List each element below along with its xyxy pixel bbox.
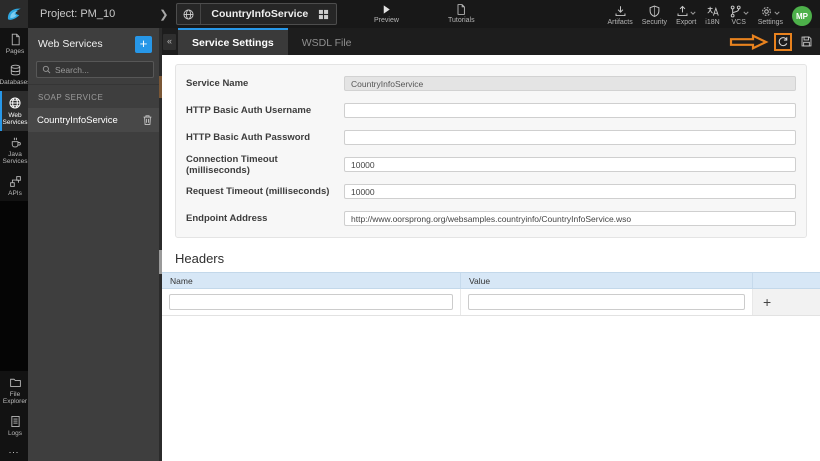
more-options-button[interactable]: ...	[0, 441, 28, 461]
sidebar-item-web-services[interactable]: Web Services	[0, 90, 28, 131]
artifacts-button[interactable]: Artifacts	[607, 2, 633, 26]
table-row: +	[162, 289, 820, 316]
sidebar-item-databases[interactable]: Databases	[0, 59, 31, 90]
chevron-down-icon	[774, 11, 780, 15]
left-icon-rail: Pages Databases Web Services Java Servic…	[0, 28, 31, 461]
preview-button[interactable]: Preview	[374, 3, 399, 24]
shield-icon	[648, 5, 661, 18]
security-button[interactable]: Security	[642, 2, 667, 26]
headers-section-title: Headers	[175, 251, 225, 266]
save-button[interactable]	[797, 33, 815, 51]
field-label-password: HTTP Basic Auth Password	[186, 132, 311, 143]
column-header-name: Name	[162, 273, 461, 288]
topbar-actions: Artifacts Security Export i18N VCS Setti…	[607, 2, 820, 26]
service-list-item[interactable]: CountryInfoService	[28, 108, 162, 132]
annotation-arrow-icon	[729, 33, 769, 50]
panel-title: Web Services	[38, 38, 103, 50]
service-breadcrumb-chip[interactable]: CountryInfoService	[176, 3, 338, 25]
app-logo[interactable]	[0, 0, 28, 28]
basic-auth-password-input[interactable]	[344, 130, 796, 145]
endpoint-address-input[interactable]	[344, 211, 796, 226]
api-connector-icon	[9, 175, 22, 188]
play-icon	[380, 3, 392, 16]
sidebar-item-file-explorer[interactable]: File Explorer	[0, 371, 28, 410]
sidebar-item-apis[interactable]: APIs	[0, 170, 28, 201]
wavemaker-logo-icon	[5, 5, 23, 23]
breadcrumb-chevron-icon: ❯	[159, 8, 169, 21]
column-header-value: Value	[461, 273, 753, 288]
field-label-username: HTTP Basic Auth Username	[186, 105, 312, 116]
sidebar-item-pages[interactable]: Pages	[0, 28, 28, 59]
i18n-button[interactable]: i18N	[705, 2, 720, 26]
document-icon	[455, 3, 467, 16]
connection-timeout-input[interactable]	[344, 157, 796, 172]
vcs-button[interactable]: VCS	[729, 2, 749, 26]
grid-menu-icon[interactable]	[318, 9, 336, 20]
field-label-connection-timeout: Connection Timeout (milliseconds)	[186, 153, 278, 176]
save-floppy-icon	[800, 35, 813, 48]
request-timeout-input[interactable]	[344, 184, 796, 199]
refresh-service-button[interactable]	[774, 32, 792, 51]
translate-icon	[706, 5, 720, 18]
headers-table-header: Name Value	[162, 272, 820, 289]
column-header-actions	[753, 273, 820, 288]
web-services-panel: Web Services + SOAP SERVICE CountryInfoS…	[28, 28, 162, 461]
export-button[interactable]: Export	[676, 2, 696, 26]
header-value-input[interactable]	[468, 294, 745, 310]
top-bar: Project: PM_10 ❯ CountryInfoService Prev…	[0, 0, 820, 28]
panel-scrollbar-thumb[interactable]	[159, 250, 162, 274]
field-label-endpoint-address: Endpoint Address	[186, 213, 268, 224]
rail-spacer	[0, 201, 28, 371]
folder-icon	[9, 376, 22, 389]
chevron-down-icon	[690, 11, 696, 15]
page-icon	[9, 33, 22, 46]
sidebar-item-java-services[interactable]: Java Services	[0, 131, 28, 170]
service-settings-form: Service Name HTTP Basic Auth Username HT…	[175, 64, 807, 238]
main-content: « Service Settings WSDL File Service Nam…	[162, 28, 820, 461]
git-branch-icon	[729, 5, 742, 18]
service-item-label: CountryInfoService	[37, 114, 118, 126]
soap-service-section-label: SOAP SERVICE	[28, 84, 162, 108]
collapse-panel-button[interactable]: «	[163, 34, 176, 50]
tab-service-settings[interactable]: Service Settings	[178, 28, 288, 55]
tab-bar: « Service Settings WSDL File	[162, 28, 820, 55]
search-icon	[42, 65, 51, 74]
globe-icon	[177, 4, 202, 24]
breadcrumb-service-name: CountryInfoService	[211, 8, 309, 20]
panel-scrollbar-thumb[interactable]	[159, 76, 162, 98]
chevron-down-icon	[743, 11, 749, 15]
service-name-input	[344, 76, 796, 91]
tab-wsdl-file[interactable]: WSDL File	[288, 28, 366, 55]
field-label-request-timeout: Request Timeout (milliseconds)	[186, 186, 330, 197]
project-label: Project: PM_10	[40, 8, 116, 20]
tutorials-button[interactable]: Tutorials	[448, 3, 475, 24]
add-service-button[interactable]: +	[135, 35, 152, 53]
service-search[interactable]	[36, 61, 154, 78]
download-icon	[614, 5, 627, 18]
upload-icon	[676, 5, 689, 18]
user-avatar[interactable]: MP	[792, 6, 812, 26]
headers-table: Name Value +	[162, 272, 820, 316]
basic-auth-username-input[interactable]	[344, 103, 796, 118]
database-icon	[9, 64, 22, 77]
log-file-icon	[9, 415, 22, 428]
refresh-icon	[777, 36, 789, 48]
service-settings-page: Service Name HTTP Basic Auth Username HT…	[162, 55, 820, 461]
field-label-service-name: Service Name	[186, 78, 249, 89]
gear-icon	[760, 5, 773, 18]
sidebar-item-logs[interactable]: Logs	[0, 410, 28, 441]
add-header-row-button[interactable]: +	[763, 295, 771, 309]
trash-icon[interactable]	[142, 114, 153, 126]
coffee-cup-icon	[9, 136, 22, 149]
settings-button[interactable]: Settings	[758, 2, 783, 26]
search-input[interactable]	[55, 64, 148, 75]
header-name-input[interactable]	[169, 294, 453, 310]
globe-icon	[8, 96, 22, 110]
app-window: Project: PM_10 ❯ CountryInfoService Prev…	[0, 0, 820, 461]
